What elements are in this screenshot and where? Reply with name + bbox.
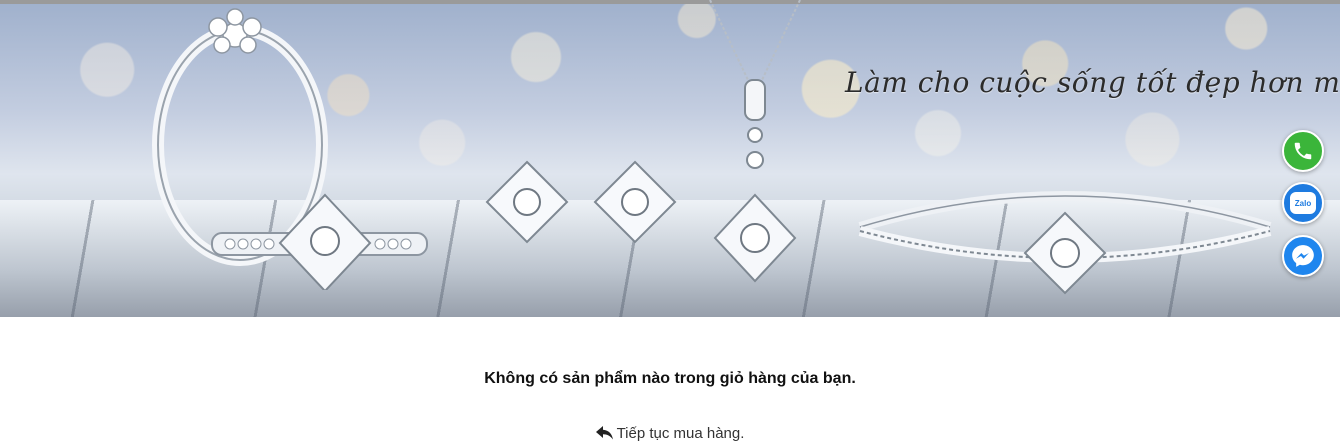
phone-call-button[interactable] <box>1282 130 1324 172</box>
ring-image <box>152 8 428 290</box>
continue-shopping-label: Tiếp tục mua hàng. <box>616 425 745 442</box>
phone-icon <box>1294 142 1312 160</box>
zalo-chat-button[interactable]: Zalo <box>1282 182 1324 224</box>
reply-arrow-icon <box>595 426 613 440</box>
bangle-image <box>858 191 1272 295</box>
banner-tagline: Làm cho cuộc sống tốt đẹp hơn mỗi ngày <box>845 66 1340 99</box>
messenger-icon <box>1292 245 1314 267</box>
hero-banner: Làm cho cuộc sống tốt đẹp hơn mỗi ngày <box>0 0 1340 317</box>
pendant-necklace-image <box>709 0 801 283</box>
earrings-image <box>485 160 677 244</box>
messenger-chat-button[interactable] <box>1282 235 1324 277</box>
zalo-icon: Zalo <box>1290 192 1316 214</box>
empty-cart-message: Không có sản phẩm nào trong giỏ hàng của… <box>484 370 856 387</box>
continue-shopping-link[interactable]: Tiếp tục mua hàng. <box>0 425 1340 442</box>
